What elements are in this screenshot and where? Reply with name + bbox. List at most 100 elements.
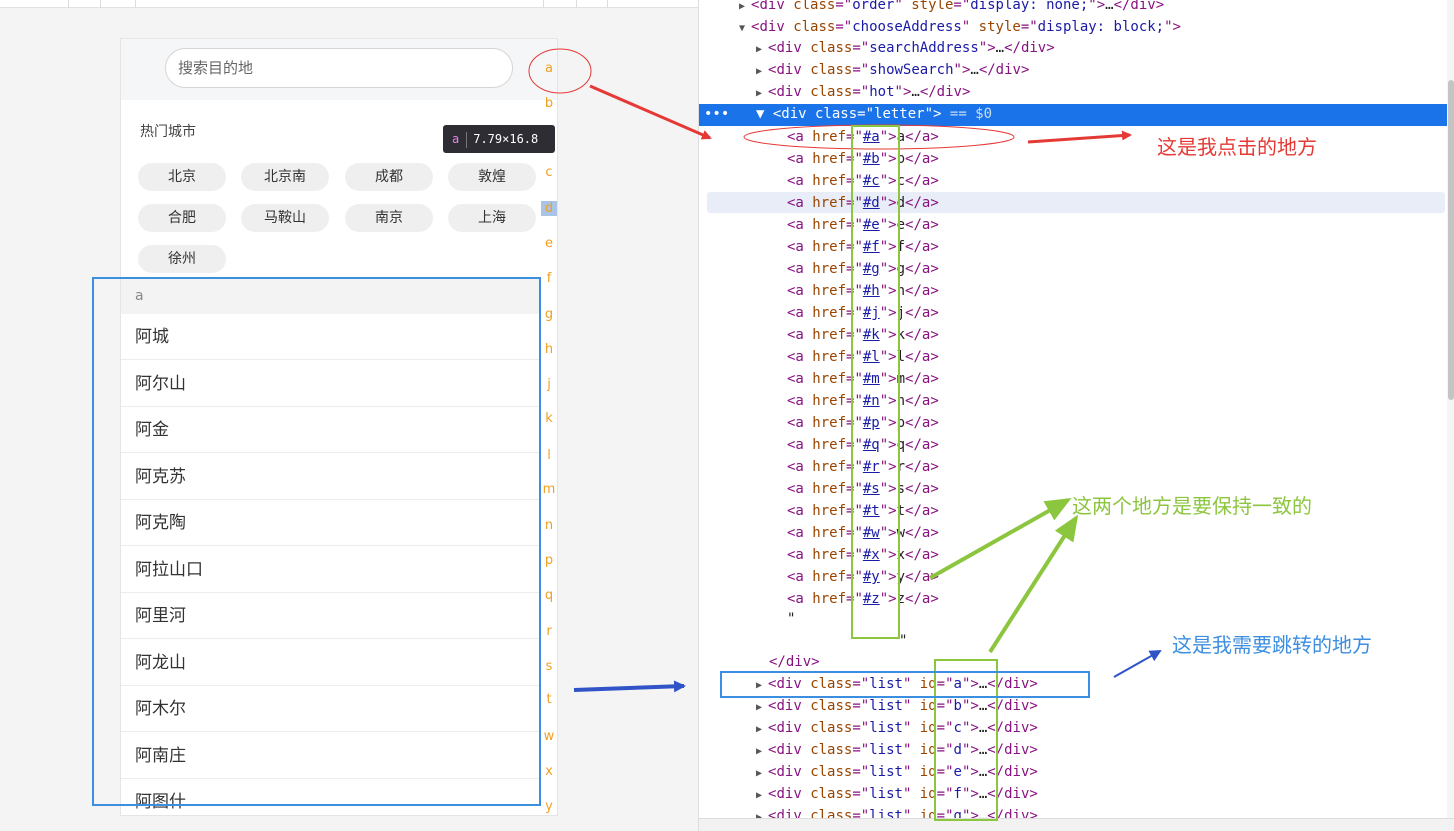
- letter-index-t[interactable]: t: [541, 692, 557, 707]
- letter-index-e[interactable]: e: [541, 236, 557, 251]
- city-list-item[interactable]: 阿拉山口: [121, 547, 539, 593]
- letter-index-p[interactable]: p: [541, 553, 557, 568]
- dom-list-d[interactable]: ▶ <div class="list" id="d">…</div>: [756, 739, 1038, 761]
- dom-tag-token: =": [846, 129, 863, 145]
- dom-anchor-y[interactable]: <a href="#y">y</a>: [787, 566, 939, 588]
- dom-node-showSearch[interactable]: ▶ <div class="showSearch">…</div>: [756, 59, 1029, 81]
- letter-index-b[interactable]: b: [541, 96, 557, 111]
- dom-anchor-a[interactable]: <a href="#a">a</a>: [787, 126, 939, 148]
- letter-index-q[interactable]: q: [541, 588, 557, 603]
- dom-tag-token: ">: [879, 327, 897, 343]
- city-list-item[interactable]: 阿图什: [121, 779, 539, 815]
- dom-list-f[interactable]: ▶ <div class="list" id="f">…</div>: [756, 783, 1038, 805]
- letter-index-s[interactable]: s: [541, 659, 557, 674]
- hot-city-tag[interactable]: 马鞍山: [241, 204, 329, 232]
- letter-index-n[interactable]: n: [541, 518, 557, 533]
- letter-index-w[interactable]: w: [541, 729, 557, 744]
- dom-list-b[interactable]: ▶ <div class="list" id="b">…</div>: [756, 695, 1038, 717]
- hot-city-tag[interactable]: 南京: [345, 204, 433, 232]
- letter-index-m[interactable]: m: [541, 482, 557, 497]
- dom-anchor-e[interactable]: <a href="#e">e</a>: [787, 214, 939, 236]
- dom-attr-value: list: [869, 676, 903, 692]
- dom-anchor-p[interactable]: <a href="#p">p</a>: [787, 412, 939, 434]
- city-list-item[interactable]: 阿南庄: [121, 733, 539, 779]
- dom-anchor-r[interactable]: <a href="#r">r</a>: [787, 456, 939, 478]
- dom-text-quote: ": [787, 608, 795, 630]
- dom-node-searchAddress[interactable]: ▶ <div class="searchAddress">…</div>: [756, 37, 1055, 59]
- letter-index-h[interactable]: h: [541, 342, 557, 357]
- dom-tag-token: =": [852, 764, 870, 780]
- city-list-item[interactable]: 阿里河: [121, 593, 539, 639]
- letter-index-j[interactable]: j: [541, 377, 557, 392]
- dom-anchor-j[interactable]: <a href="#j">j</a>: [787, 302, 939, 324]
- dom-anchor-k[interactable]: <a href="#k">k</a>: [787, 324, 939, 346]
- dom-anchor-c[interactable]: <a href="#c">c</a>: [787, 170, 939, 192]
- dom-tag-token: ">: [879, 261, 897, 277]
- city-list-item[interactable]: 阿城: [121, 314, 539, 360]
- dom-tag-token: ">: [961, 742, 979, 758]
- city-list-item[interactable]: 阿尔山: [121, 361, 539, 407]
- letter-index-f[interactable]: f: [541, 271, 557, 286]
- dom-tag-token: <div: [768, 720, 811, 736]
- search-input[interactable]: [165, 48, 513, 88]
- letter-index-c[interactable]: c: [541, 165, 557, 180]
- dom-anchor-h[interactable]: <a href="#h">h</a>: [787, 280, 939, 302]
- dom-anchor-s[interactable]: <a href="#s">s</a>: [787, 478, 939, 500]
- letter-index-a[interactable]: a: [541, 61, 557, 76]
- hot-city-tag[interactable]: 合肥: [138, 204, 226, 232]
- dom-attr-name: href: [812, 261, 847, 277]
- dom-tag-token: =": [1020, 19, 1038, 35]
- hot-city-tag[interactable]: 上海: [448, 204, 536, 232]
- dom-anchor-b[interactable]: <a href="#b">b</a>: [787, 148, 939, 170]
- dom-anchor-l[interactable]: <a href="#l">l</a>: [787, 346, 939, 368]
- dom-node-chooseAddress[interactable]: ▼ <div class="chooseAddress" style="disp…: [739, 16, 1181, 38]
- dom-node-letter-selected[interactable]: ▼ <div class="letter"> == $0: [756, 103, 992, 125]
- hot-city-tag[interactable]: 成都: [345, 163, 433, 191]
- dom-anchor-t[interactable]: <a href="#t">t</a>: [787, 500, 939, 522]
- dom-node-order[interactable]: ▶ <div class="order" style="display: non…: [739, 0, 1164, 16]
- letter-index-y[interactable]: y: [541, 799, 557, 814]
- hot-city-tag[interactable]: 北京: [138, 163, 226, 191]
- city-list-item[interactable]: 阿金: [121, 407, 539, 453]
- dom-tag-token: =": [846, 591, 863, 607]
- letter-index-x[interactable]: x: [541, 764, 557, 779]
- dom-list-e[interactable]: ▶ <div class="list" id="e">…</div>: [756, 761, 1038, 783]
- dom-tag-token: ">: [961, 676, 979, 692]
- city-list-item[interactable]: 阿克陶: [121, 500, 539, 546]
- dom-tag-token: </a>: [905, 503, 939, 519]
- dom-attr-value: chooseAddress: [852, 19, 962, 35]
- ellipsis-text: …: [978, 786, 988, 802]
- letter-index-l[interactable]: l: [541, 448, 557, 463]
- dom-row-menu[interactable]: •••: [704, 103, 729, 125]
- dom-anchor-w[interactable]: <a href="#w">w</a>: [787, 522, 939, 544]
- dom-tag-token: ": [894, 0, 912, 13]
- hot-city-tag[interactable]: 北京南: [241, 163, 329, 191]
- scrollbar-thumb[interactable]: [1448, 80, 1454, 400]
- dom-attr-name: href: [812, 415, 847, 431]
- hot-city-tag[interactable]: 敦煌: [448, 163, 536, 191]
- city-list-item[interactable]: 阿木尔: [121, 686, 539, 732]
- hot-city-tag[interactable]: 徐州: [138, 245, 226, 273]
- dom-tag-token: </a>: [905, 393, 939, 409]
- dom-anchor-x[interactable]: <a href="#x">x</a>: [787, 544, 939, 566]
- dom-anchor-q[interactable]: <a href="#q">q</a>: [787, 434, 939, 456]
- dom-anchor-n[interactable]: <a href="#n">n</a>: [787, 390, 939, 412]
- dom-anchor-g[interactable]: <a href="#g">g</a>: [787, 258, 939, 280]
- dom-anchor-text: g: [896, 261, 906, 277]
- dom-anchor-z[interactable]: <a href="#z">z</a>: [787, 588, 939, 610]
- letter-index-k[interactable]: k: [541, 411, 557, 426]
- dom-list-a[interactable]: ▶ <div class="list" id="a">…</div>: [756, 673, 1038, 695]
- expand-triangle-icon: ▶: [756, 680, 769, 691]
- dom-node-hot[interactable]: ▶ <div class="hot">…</div>: [756, 81, 970, 103]
- dom-tag-token: ">: [879, 283, 897, 299]
- dom-list-c[interactable]: ▶ <div class="list" id="c">…</div>: [756, 717, 1038, 739]
- dom-anchor-f[interactable]: <a href="#f">f</a>: [787, 236, 939, 258]
- dom-anchor-d[interactable]: <a href="#d">d</a>: [787, 192, 939, 214]
- letter-index-d[interactable]: d: [541, 201, 557, 216]
- letter-index-g[interactable]: g: [541, 307, 557, 322]
- dom-anchor-m[interactable]: <a href="#m">m</a>: [787, 368, 939, 390]
- city-list-item[interactable]: 阿龙山: [121, 640, 539, 686]
- letter-index-r[interactable]: r: [541, 624, 557, 639]
- city-list-item[interactable]: 阿克苏: [121, 454, 539, 500]
- dom-tag-token: </a>: [905, 173, 939, 189]
